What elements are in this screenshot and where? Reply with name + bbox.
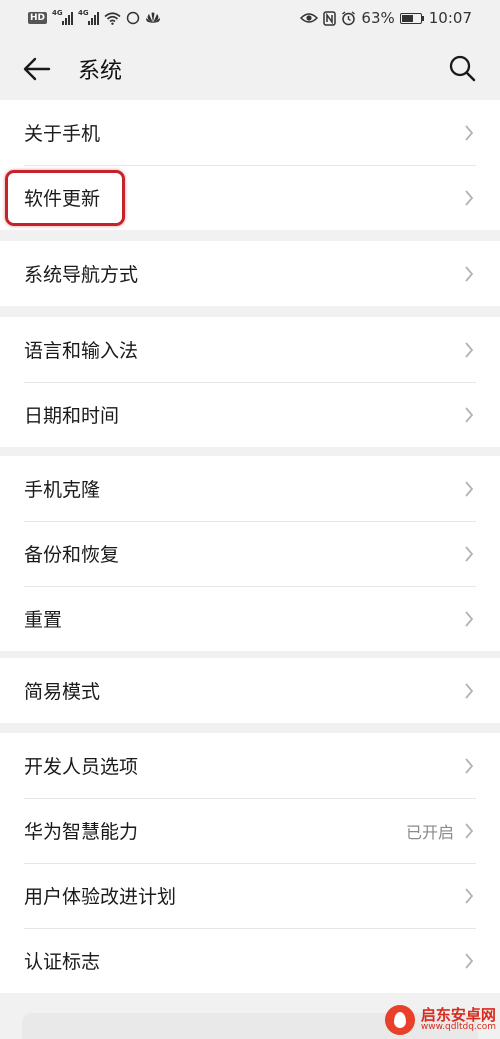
eye-comfort-icon [300,13,319,23]
battery-icon [399,12,424,24]
page-title: 系统 [78,59,123,84]
chevron-right-icon [465,341,474,358]
chevron-right-icon [465,887,474,904]
settings-item-about-phone[interactable]: 关于手机 [0,100,500,165]
signal-icon: 4G [52,9,74,25]
settings-group: 手机克隆 备份和恢复 重置 [0,456,500,651]
clock: 10:07 [428,9,472,27]
hd-icon: HD [28,12,48,24]
settings-group: 简易模式 [0,658,500,723]
watermark-text: 启东安卓网 [420,1005,496,1024]
status-bar: HD 4G 4G 63% 10:07 [0,0,500,36]
settings-item-system-navigation[interactable]: 系统导航方式 [0,241,500,306]
chevron-right-icon [465,545,474,562]
settings-item-phone-clone[interactable]: 手机克隆 [0,456,500,521]
settings-item-reset[interactable]: 重置 [0,586,500,651]
settings-item-label: 软件更新 [24,188,101,210]
search-icon[interactable] [448,54,476,82]
settings-group: 关于手机 软件更新 [0,100,500,230]
chevron-right-icon [465,124,474,141]
chevron-right-icon [465,822,474,839]
settings-item-label: 语言和输入法 [24,340,139,362]
settings-item-label: 日期和时间 [24,405,120,427]
settings-group: 语言和输入法 日期和时间 [0,317,500,447]
settings-group: 开发人员选项 华为智慧能力 已开启 用户体验改进计划 认证标志 [0,733,500,993]
nfc-icon [323,10,337,26]
sync-icon [126,11,140,25]
chevron-right-icon [465,610,474,627]
alarm-icon [342,10,356,25]
settings-item-value: 已开启 [405,822,454,842]
chevron-right-icon [465,682,474,699]
settings-item-user-experience[interactable]: 用户体验改进计划 [0,863,500,928]
settings-item-label: 华为智慧能力 [24,821,139,843]
settings-item-label: 系统导航方式 [24,264,139,286]
settings-item-label: 重置 [24,609,63,631]
huawei-icon [146,12,161,23]
watermark: 启东安卓网 www.qdltdq.com [384,1005,496,1035]
settings-item-label: 简易模式 [24,681,101,703]
chevron-right-icon [465,757,474,774]
settings-item-certification[interactable]: 认证标志 [0,928,500,993]
signal-icon: 4G [78,9,100,25]
settings-item-label: 用户体验改进计划 [24,886,177,908]
chevron-right-icon [465,265,474,282]
settings-item-software-update[interactable]: 软件更新 [0,165,500,230]
chevron-right-icon [465,406,474,423]
watermark-url: www.qdltdq.com [420,1022,496,1033]
settings-item-backup-restore[interactable]: 备份和恢复 [0,521,500,586]
settings-item-label: 关于手机 [24,123,101,145]
chevron-right-icon [465,480,474,497]
title-bar: 系统 [0,36,500,100]
settings-item-date-time[interactable]: 日期和时间 [0,382,500,447]
battery-percent: 63% [361,9,395,27]
settings-item-developer-options[interactable]: 开发人员选项 [0,733,500,798]
wifi-icon [104,11,121,25]
settings-group: 系统导航方式 [0,241,500,306]
watermark-logo-icon [384,1005,415,1035]
settings-item-label: 开发人员选项 [24,756,139,778]
chevron-right-icon [465,952,474,969]
settings-item-label: 认证标志 [24,951,101,973]
settings-item-language-input[interactable]: 语言和输入法 [0,317,500,382]
chevron-right-icon [465,189,474,206]
back-arrow-icon[interactable] [22,54,52,84]
settings-item-huawei-ai[interactable]: 华为智慧能力 已开启 [0,798,500,863]
settings-item-simple-mode[interactable]: 简易模式 [0,658,500,723]
settings-item-label: 备份和恢复 [24,544,120,566]
settings-item-label: 手机克隆 [24,479,101,501]
